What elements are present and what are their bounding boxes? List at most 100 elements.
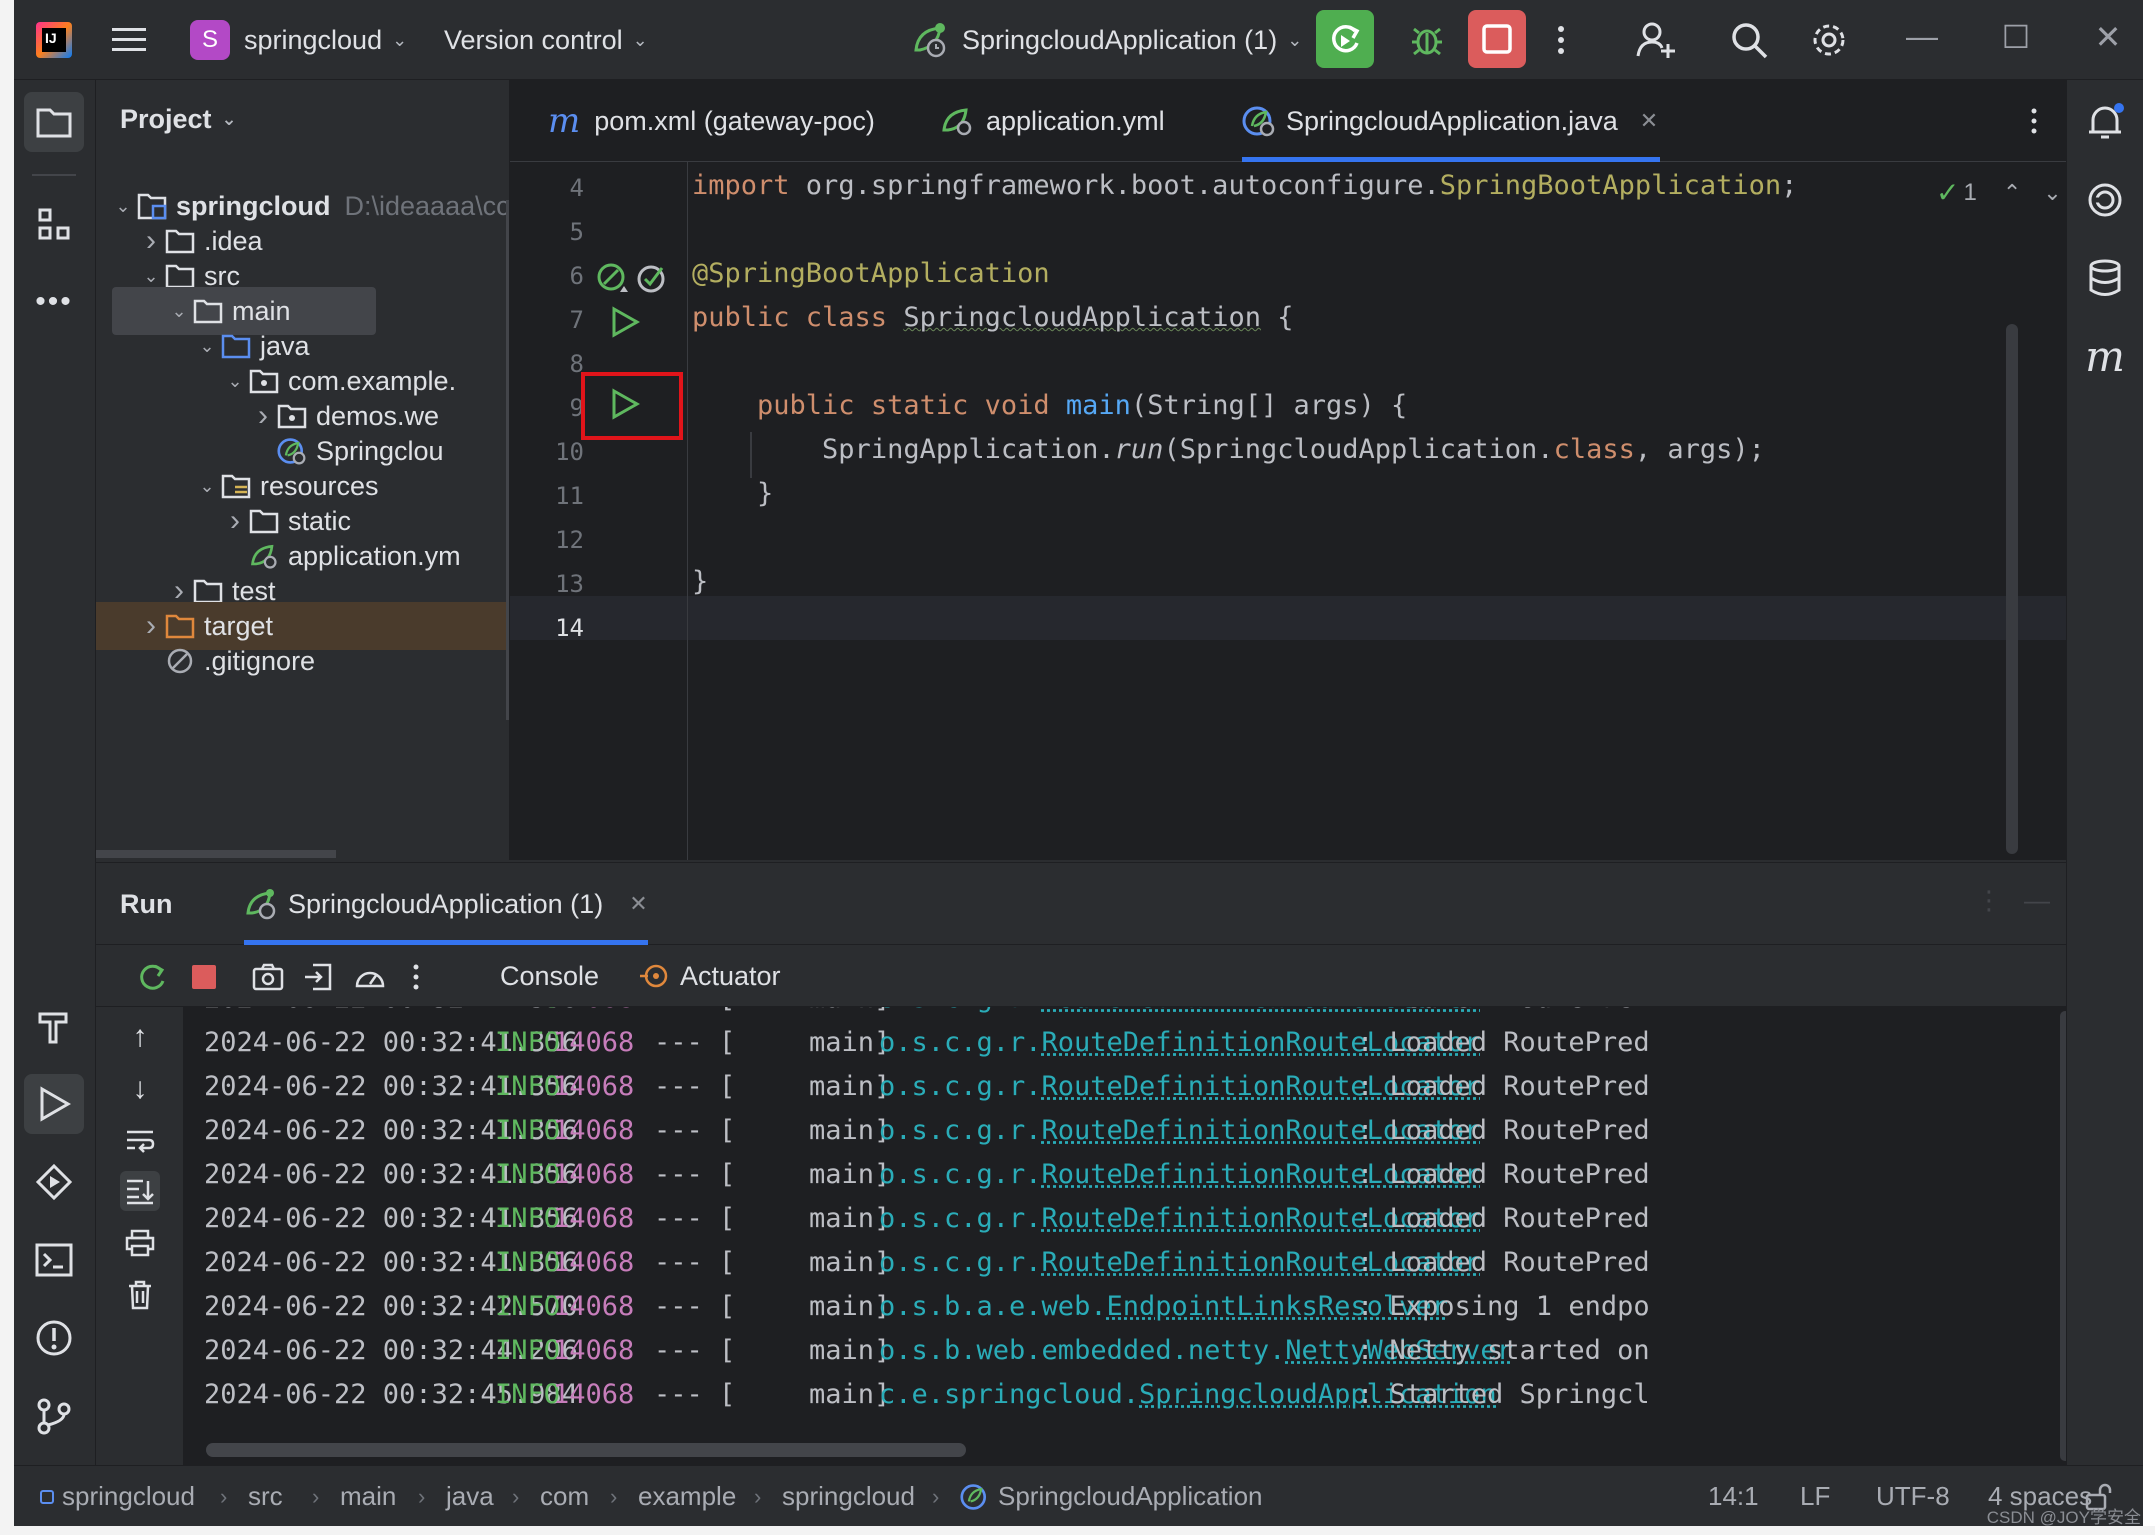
- stop-button[interactable]: [1468, 10, 1526, 68]
- build-tool-button[interactable]: [24, 996, 84, 1056]
- chevron-down-icon[interactable]: ⌄: [110, 196, 136, 217]
- run-class-gutter-icon[interactable]: [610, 306, 640, 338]
- git-tool-button[interactable]: [24, 1386, 84, 1446]
- minimize-button[interactable]: —: [1902, 18, 1942, 55]
- run-more-button[interactable]: [396, 957, 436, 997]
- tab-springcloud-application[interactable]: SpringcloudApplication.java ✕: [1242, 80, 1660, 162]
- app-logo[interactable]: [36, 0, 72, 80]
- log-message: : Exposing 1 endpo: [1357, 1291, 1650, 1322]
- spring-bean-gutter-icon[interactable]: [596, 262, 630, 296]
- run-panel-hide-icon[interactable]: —: [2024, 885, 2050, 916]
- breadcrumb-java[interactable]: java: [446, 1466, 494, 1526]
- chevron-down-icon[interactable]: ⌄: [222, 371, 248, 392]
- editor-scrollbar[interactable]: [2006, 324, 2018, 854]
- project-tool-button[interactable]: [24, 92, 84, 152]
- rerun-button[interactable]: [132, 957, 172, 997]
- print-button[interactable]: [120, 1223, 160, 1263]
- settings-button[interactable]: [1810, 0, 1848, 80]
- maven-button[interactable]: m: [2077, 328, 2133, 384]
- scroll-to-end-button[interactable]: [120, 1171, 160, 1211]
- spring-boot-gutter-icon[interactable]: [634, 262, 668, 296]
- breadcrumb-main[interactable]: main: [340, 1466, 396, 1526]
- dump-threads-button[interactable]: [248, 957, 288, 997]
- log-message: : Started Springcl: [1357, 1379, 1650, 1410]
- close-tab-icon[interactable]: ✕: [1640, 108, 1658, 134]
- services-tool-button[interactable]: [24, 1152, 84, 1212]
- run-panel-options-icon[interactable]: ⋮: [1976, 885, 2002, 916]
- run-config-selector[interactable]: SpringcloudApplication (1) ⌄: [910, 0, 1302, 80]
- terminal-tool-button[interactable]: [24, 1230, 84, 1290]
- notifications-button[interactable]: [2077, 94, 2133, 150]
- vcs-menu[interactable]: Version control ⌄: [444, 0, 648, 80]
- more-horizontal-icon: •••: [35, 285, 73, 319]
- more-actions-button[interactable]: [1556, 0, 1566, 80]
- previous-highlight-icon[interactable]: ⌃: [2003, 180, 2021, 206]
- console-vscrollbar[interactable]: [2060, 1011, 2066, 1461]
- soft-wrap-button[interactable]: [120, 1121, 160, 1161]
- scroll-up-button[interactable]: ↑: [120, 1017, 160, 1057]
- breadcrumb-class[interactable]: SpringcloudApplication: [960, 1466, 1263, 1526]
- breadcrumb-example[interactable]: example: [638, 1466, 736, 1526]
- run-session-tab[interactable]: SpringcloudApplication (1) ✕: [244, 863, 648, 945]
- next-highlight-icon[interactable]: ⌄: [2043, 180, 2061, 206]
- caret-position[interactable]: 14:1: [1708, 1466, 1759, 1526]
- tab-pom-xml[interactable]: m pom.xml (gateway-poc): [548, 80, 875, 162]
- log-pid: 14068: [553, 1379, 634, 1410]
- run-tool-button[interactable]: [24, 1074, 84, 1134]
- breadcrumb-com[interactable]: com: [540, 1466, 589, 1526]
- database-button[interactable]: [2077, 250, 2133, 306]
- stop-icon: [1482, 24, 1512, 54]
- close-window-button[interactable]: ✕: [2088, 18, 2128, 56]
- breadcrumb-springcloud[interactable]: springcloud: [40, 1466, 195, 1526]
- close-tab-icon[interactable]: ✕: [629, 891, 647, 917]
- chevron-down-icon[interactable]: ⌄: [166, 301, 192, 322]
- maximize-button[interactable]: ☐: [1996, 18, 2036, 56]
- chevron-down-icon[interactable]: ⌄: [194, 476, 220, 497]
- tree-item[interactable]: .gitignore: [96, 637, 510, 685]
- ai-assistant-button[interactable]: [2077, 172, 2133, 228]
- code-line-7: public class SpringcloudApplication {: [692, 302, 1293, 333]
- console-hscrollbar[interactable]: [206, 1443, 966, 1457]
- more-tools-button[interactable]: •••: [24, 272, 84, 332]
- file-encoding[interactable]: UTF-8: [1876, 1466, 1950, 1526]
- debug-button[interactable]: [1398, 10, 1456, 68]
- chevron-down-icon[interactable]: ⌄: [138, 266, 164, 287]
- code-content[interactable]: import org.springframework.boot.autoconf…: [688, 162, 2008, 860]
- exit-button[interactable]: [298, 957, 338, 997]
- swirl-icon: [2086, 181, 2124, 219]
- line-number: 5: [510, 218, 584, 246]
- console-output[interactable]: 2024-06-22 00:32:41.356INFO14068--- [mai…: [184, 1007, 2066, 1465]
- tab-actions-button[interactable]: [2030, 80, 2038, 162]
- gear-icon: [1810, 21, 1848, 59]
- hamburger-menu-icon: [112, 26, 146, 54]
- project-switcher[interactable]: S springcloud ⌄: [190, 0, 407, 80]
- stop-button[interactable]: [184, 957, 224, 997]
- clear-console-button[interactable]: [120, 1275, 160, 1315]
- search-icon: [1730, 21, 1768, 59]
- inspection-widget[interactable]: ✓ 1 ⌃ ⌄: [1936, 176, 2062, 209]
- log-message: : Loaded RoutePred: [1357, 1247, 1650, 1278]
- run-toolbar: Console Actuator: [96, 945, 2066, 1007]
- structure-tool-button[interactable]: [24, 194, 84, 254]
- tree-hscrollbar[interactable]: [96, 850, 336, 858]
- log-message: : Loaded RoutePred: [1357, 1115, 1650, 1146]
- camera-icon: [252, 962, 284, 992]
- breadcrumb-springcloud-pkg[interactable]: springcloud: [782, 1466, 915, 1526]
- project-panel-title[interactable]: Project ⌄: [120, 104, 237, 135]
- scroll-down-button[interactable]: ↓: [120, 1069, 160, 1109]
- chevron-down-icon[interactable]: ⌄: [194, 336, 220, 357]
- tab-console[interactable]: Console: [500, 945, 599, 1007]
- add-user-icon: [1636, 20, 1676, 60]
- rerun-button[interactable]: [1316, 10, 1374, 68]
- tab-actuator[interactable]: Actuator: [638, 945, 781, 1007]
- spring-run-config-icon: [910, 20, 950, 60]
- code-with-me-button[interactable]: [1636, 0, 1676, 80]
- problems-tool-button[interactable]: [24, 1308, 84, 1368]
- tab-application-yml[interactable]: application.yml: [940, 80, 1165, 162]
- breadcrumb-src[interactable]: src: [248, 1466, 283, 1526]
- search-everywhere-button[interactable]: [1730, 0, 1768, 80]
- main-menu-button[interactable]: [112, 0, 146, 80]
- line-separator[interactable]: LF: [1800, 1466, 1830, 1526]
- log-separator: --- [: [654, 1115, 735, 1146]
- profiler-button[interactable]: [350, 957, 390, 997]
